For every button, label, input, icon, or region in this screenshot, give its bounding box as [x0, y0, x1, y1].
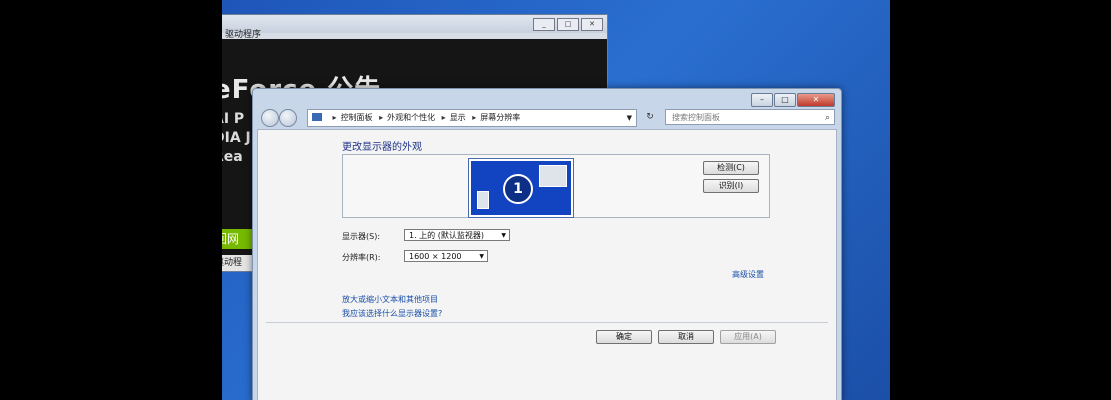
nvidia-green-button[interactable]: 回网	[222, 229, 255, 249]
breadcrumb-control-panel[interactable]: 控制面板	[341, 113, 373, 122]
page-title: 更改显示器的外观	[342, 142, 422, 153]
breadcrumb-appearance[interactable]: 外观和个性化	[387, 113, 435, 122]
forward-icon[interactable]	[279, 109, 297, 127]
navigation-bar: ▸ 控制面板 ▸ 外观和个性化 ▸ 显示 ▸ 屏幕分辨率 ▼ ↻ 搜索控制面板 ⌕	[257, 107, 837, 127]
identify-button[interactable]: 识别(I)	[703, 179, 759, 193]
close-icon[interactable]: ✕	[581, 18, 603, 31]
search-icon[interactable]: ⌕	[825, 110, 830, 126]
monitor-number: 1	[503, 174, 533, 204]
breadcrumb-resolution[interactable]: 屏幕分辨率	[480, 113, 520, 122]
maximize-icon[interactable]: □	[774, 93, 796, 107]
nvidia-line-1: AI P	[222, 111, 245, 127]
apply-button[interactable]: 应用(A)	[720, 330, 776, 344]
detect-button[interactable]: 检测(C)	[703, 161, 759, 175]
text-size-link[interactable]: 放大或缩小文本和其他项目	[342, 294, 438, 305]
monitor-thumb-small	[477, 191, 489, 209]
display-select-value: 1. 上的 (默认监视器)	[409, 231, 484, 240]
resolution-select-value: 1600 × 1200	[409, 252, 462, 261]
breadcrumb-display[interactable]: 显示	[450, 113, 466, 122]
nvidia-titlebar: 驱动程序 _ □ ✕	[222, 15, 607, 40]
monitor-1-thumbnail[interactable]: 1	[468, 158, 574, 218]
search-input[interactable]: 搜索控制面板 ⌕	[665, 109, 835, 125]
refresh-icon[interactable]: ↻	[641, 109, 659, 125]
window-controls: – □ ✕	[751, 93, 835, 107]
screen-resolution-window[interactable]: – □ ✕ ▸ 控制面板 ▸ 外观和个性化 ▸ 显示 ▸ 屏幕分辨率 ▼ ↻ 搜索控制面…	[252, 88, 842, 400]
display-label: 显示器(S):	[342, 232, 381, 241]
back-icon[interactable]	[261, 109, 279, 127]
control-panel-icon	[312, 113, 322, 121]
nvidia-line-3: Rea	[222, 149, 243, 165]
minimize-icon[interactable]: _	[533, 18, 555, 31]
chevron-down-icon: ▼	[501, 232, 506, 239]
divider	[266, 322, 828, 323]
chevron-down-icon: ▼	[479, 253, 484, 260]
content-pane: 更改显示器的外观 1 检测(C) 识别(I) 显示器(S): 1. 上的 (默认…	[257, 129, 837, 400]
monitor-preview-area: 1 检测(C) 识别(I)	[342, 154, 770, 218]
display-select[interactable]: 1. 上的 (默认监视器) ▼	[404, 229, 510, 241]
address-bar[interactable]: ▸ 控制面板 ▸ 外观和个性化 ▸ 显示 ▸ 屏幕分辨率 ▼	[307, 109, 637, 127]
monitor-thumb	[539, 165, 567, 187]
cancel-button[interactable]: 取消	[658, 330, 714, 344]
display-settings-help-link[interactable]: 我应该选择什么显示器设置?	[342, 308, 442, 319]
resolution-select[interactable]: 1600 × 1200 ▼	[404, 250, 488, 262]
resolution-label: 分辨率(R):	[342, 253, 381, 262]
nvidia-driver-tab[interactable]: 驱动程	[222, 255, 255, 271]
close-icon[interactable]: ✕	[797, 93, 835, 107]
search-placeholder: 搜索控制面板	[672, 113, 720, 122]
chevron-down-icon[interactable]: ▼	[627, 110, 632, 126]
maximize-icon[interactable]: □	[557, 18, 579, 31]
nvidia-line-2: DIA J	[222, 130, 251, 146]
ok-button[interactable]: 确定	[596, 330, 652, 344]
minimize-icon[interactable]: –	[751, 93, 773, 107]
advanced-settings-link[interactable]: 高级设置	[732, 269, 764, 280]
desktop: 驱动程序 _ □ ✕ eForce 公告 AI P DIA J Rea 回网 驱…	[222, 0, 890, 400]
